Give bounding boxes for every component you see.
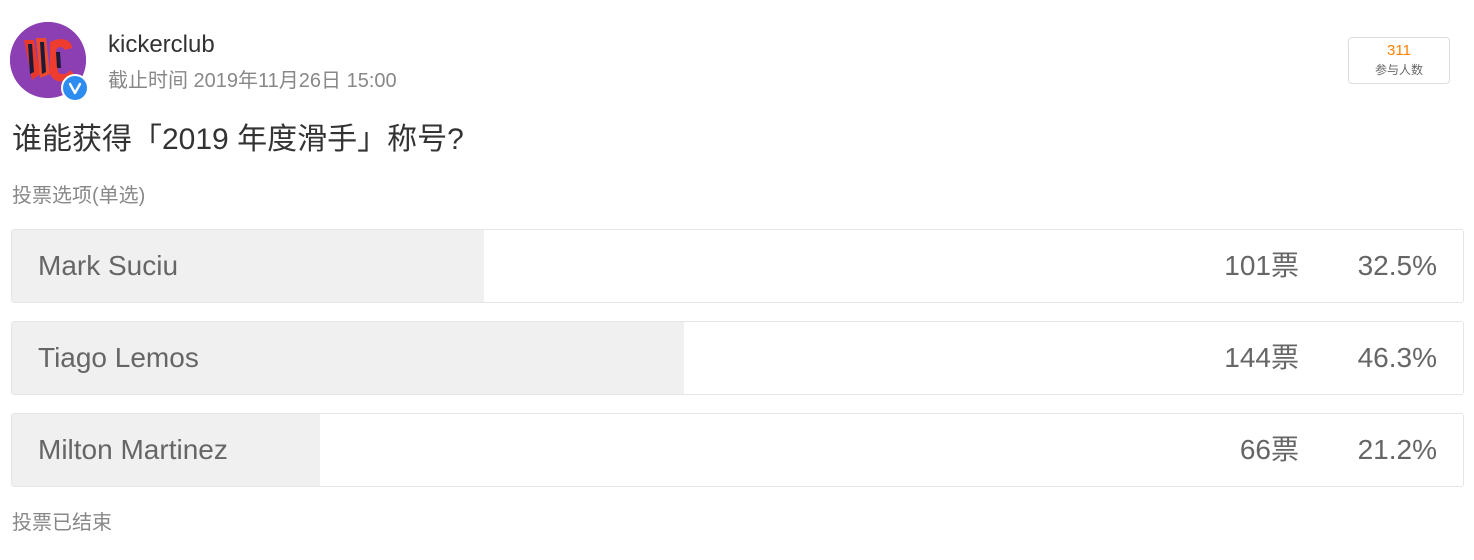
poll-options: Mark Suciu 101票 32.5% Tiago Lemos 144票 4… bbox=[11, 229, 1464, 505]
participant-count-label: 参与人数 bbox=[1374, 63, 1423, 77]
poll-vote-type: 投票选项(单选) bbox=[12, 185, 146, 207]
poll-option-percent: 21.2% bbox=[1357, 434, 1437, 465]
verified-badge-icon bbox=[61, 74, 89, 102]
poll-option-votes: 66票 bbox=[1239, 434, 1299, 465]
poster-username[interactable]: kickerclub bbox=[108, 30, 215, 60]
poll-option-percent: 46.3% bbox=[1357, 342, 1437, 373]
poll-option-name: Milton Martinez bbox=[38, 434, 228, 465]
poll-option[interactable]: Mark Suciu 101票 32.5% bbox=[11, 229, 1464, 303]
participant-count: 311 bbox=[1387, 42, 1411, 59]
poll-option-votes: 101票 bbox=[1224, 250, 1299, 281]
poll-question: 谁能获得「2019 年度滑手」称号? bbox=[12, 123, 464, 156]
poll-status: 投票已结束 bbox=[12, 512, 112, 534]
poll-option-percent: 32.5% bbox=[1357, 250, 1437, 281]
poll-option-name: Tiago Lemos bbox=[38, 342, 199, 373]
poll-deadline: 截止时间 2019年11月26日 15:00 bbox=[108, 70, 397, 92]
poll-option[interactable]: Tiago Lemos 144票 46.3% bbox=[11, 321, 1464, 395]
poll-option-votes: 144票 bbox=[1224, 342, 1299, 373]
poll-option-name: Mark Suciu bbox=[38, 250, 179, 281]
participant-count-box: 311 参与人数 bbox=[1348, 37, 1450, 84]
poll-option[interactable]: Milton Martinez 66票 21.2% bbox=[11, 413, 1464, 487]
